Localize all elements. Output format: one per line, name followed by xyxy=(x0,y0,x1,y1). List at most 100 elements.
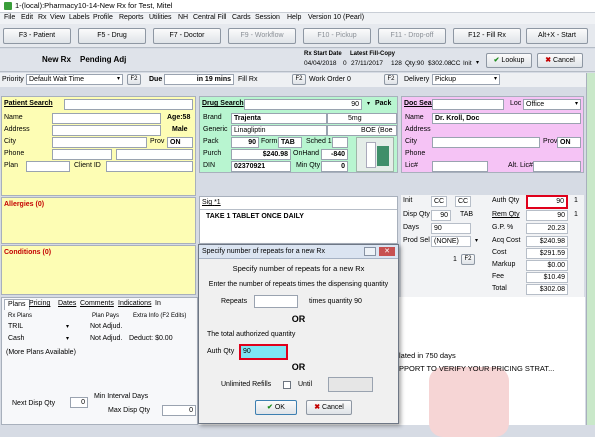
patient-button[interactable]: F3 - Patient xyxy=(3,28,71,44)
conditions-label[interactable]: Conditions (0) xyxy=(4,248,51,258)
menu-reports[interactable]: Reports xyxy=(119,13,144,23)
work-order-f2-button[interactable]: F2 xyxy=(384,74,398,85)
dialog-cancel-button[interactable]: ✖ Cancel xyxy=(306,400,352,415)
drug-button[interactable]: F5 - Drug xyxy=(78,28,146,44)
latest-fill-header: Latest Fill-Copy xyxy=(350,51,396,57)
init2-field[interactable]: CC xyxy=(455,196,471,207)
tab-comments[interactable]: Comments xyxy=(80,299,114,309)
menu-session[interactable]: Session xyxy=(255,13,280,23)
onhand-field[interactable]: -840 xyxy=(321,149,348,160)
tab-indications[interactable]: Indications xyxy=(118,299,151,309)
strength-field[interactable]: 5mg xyxy=(327,113,397,124)
prod-sel-chevron-icon[interactable]: ▾ xyxy=(473,237,480,246)
plans-row[interactable]: Cash ▾ Not Adjud. Deduct: $0.00 xyxy=(4,334,194,345)
doc-lic-field[interactable] xyxy=(432,161,488,172)
patient-plan-field[interactable] xyxy=(26,161,70,172)
next-disp-field[interactable]: 0 xyxy=(70,397,88,408)
menu-rx[interactable]: Rx xyxy=(38,13,47,23)
drug-search-chevron-icon[interactable]: ▾ xyxy=(365,100,372,109)
init1-field[interactable]: CC xyxy=(431,196,447,207)
min-interval-label: Min Interval Days xyxy=(94,393,149,400)
form-field[interactable]: TAB xyxy=(278,137,302,148)
ok-button[interactable]: ✔ OK xyxy=(255,400,297,415)
tab-in[interactable]: In xyxy=(155,299,161,309)
alt-lic-field[interactable] xyxy=(533,161,581,172)
plan-chevron-icon[interactable]: ▾ xyxy=(64,323,71,332)
menu-labels[interactable]: Labels xyxy=(69,13,90,23)
menu-help[interactable]: Help xyxy=(287,13,301,23)
plan-chevron-icon[interactable]: ▾ xyxy=(64,335,71,344)
workflow-button[interactable]: F9 - Workflow xyxy=(228,28,296,44)
generic-field[interactable]: Linagliptin xyxy=(231,125,327,136)
menu-view[interactable]: View xyxy=(50,13,65,23)
delivery-chevron-icon[interactable]: ▾ xyxy=(492,75,499,84)
until-date-field[interactable] xyxy=(328,377,373,392)
patient-address-field[interactable] xyxy=(52,125,161,136)
dialog-window-icon[interactable] xyxy=(364,247,376,256)
doc-city-field[interactable] xyxy=(432,137,540,148)
due-value[interactable]: in 19 mins xyxy=(164,74,234,85)
pack-field[interactable]: 90 xyxy=(231,137,259,148)
prod-sel-select[interactable]: (NONE) xyxy=(431,236,471,247)
repeats-input[interactable] xyxy=(254,295,298,308)
acq-cost-label: Acq Cost xyxy=(492,237,521,244)
fill-rx-button[interactable]: F12 - Fill Rx xyxy=(453,28,521,44)
loc-chevron-icon[interactable]: ▾ xyxy=(573,100,580,109)
dropoff-button[interactable]: F11 - Drop-off xyxy=(378,28,446,44)
patient-name-field[interactable] xyxy=(52,113,161,124)
menu-nh[interactable]: NH xyxy=(178,13,188,23)
sig-text[interactable]: TAKE 1 TABLET ONCE DAILY xyxy=(206,212,304,222)
rx-bar-dropdown-icon[interactable]: ▾ xyxy=(474,59,481,68)
menu-central-fill[interactable]: Central Fill xyxy=(193,13,226,23)
disp-qty-field[interactable]: 90 xyxy=(431,210,451,221)
priority-chevron-icon[interactable]: ▾ xyxy=(115,75,122,84)
menu-utilities[interactable]: Utilities xyxy=(149,13,172,23)
doctor-button[interactable]: F7 - Doctor xyxy=(153,28,221,44)
doc-search-input[interactable] xyxy=(432,99,504,110)
menu-profile[interactable]: Profile xyxy=(93,13,113,23)
boe-field[interactable]: BOE (Boe xyxy=(327,125,397,136)
pickup-button[interactable]: F10 - Pickup xyxy=(303,28,371,44)
disp-form-label: TAB xyxy=(460,211,474,218)
brand-field[interactable]: Trajenta xyxy=(231,113,327,124)
patient-city-field[interactable] xyxy=(52,137,147,148)
dialog-close-icon[interactable]: ✕ xyxy=(379,247,395,256)
menu-edit[interactable]: Edit xyxy=(21,13,33,23)
client-id-field[interactable] xyxy=(106,161,193,172)
menu-cards[interactable]: Cards xyxy=(232,13,251,23)
priority-select[interactable]: Default Wait Time xyxy=(26,74,123,85)
tab-dates[interactable]: Dates xyxy=(58,299,76,309)
menu-file[interactable]: File xyxy=(4,13,15,23)
minqty-field[interactable]: 0 xyxy=(321,161,348,172)
qty-one-label: 1 xyxy=(453,256,457,263)
tab-plans[interactable]: Plans xyxy=(4,299,30,310)
lookup-button[interactable]: ✔ Lookup xyxy=(486,53,532,68)
days-field[interactable]: 90 xyxy=(431,223,471,234)
doc-name-field[interactable]: Dr. Kroll, Doc xyxy=(432,113,581,124)
pricing-f2-button[interactable]: F2 xyxy=(461,254,475,265)
cancel-button[interactable]: ✖ Cancel xyxy=(537,53,583,68)
fill-rx-f2-button[interactable]: F2 xyxy=(292,74,306,85)
max-disp-field[interactable]: 0 xyxy=(162,405,196,416)
auth-qty-field[interactable]: 90 xyxy=(526,195,568,209)
patient-phone-field[interactable] xyxy=(52,149,112,160)
doc-prov-field[interactable]: ON xyxy=(557,137,581,148)
delivery-select[interactable]: Pickup xyxy=(432,74,500,85)
patient-search-input[interactable] xyxy=(64,99,193,110)
auth-qty-input[interactable]: 90 xyxy=(239,344,288,360)
lookup-label: Lookup xyxy=(501,57,525,64)
rem-qty-field[interactable]: 90 xyxy=(526,210,568,221)
priority-f2-button[interactable]: F2 xyxy=(127,74,141,85)
allergies-label[interactable]: Allergies (0) xyxy=(4,200,44,210)
start-button[interactable]: Alt+X - Start xyxy=(526,28,588,44)
patient-phone2-field[interactable] xyxy=(116,149,193,160)
plans-row[interactable]: TRIL ▾ Not Adjud. xyxy=(4,322,194,333)
drug-search-input[interactable]: 90 xyxy=(244,99,362,110)
sched-field[interactable] xyxy=(332,137,348,148)
patient-prov-field[interactable]: ON xyxy=(167,137,193,148)
purch-field[interactable]: $240.98 xyxy=(231,149,291,160)
conditions-panel: Conditions (0) xyxy=(1,245,196,295)
unlimited-refills-checkbox[interactable] xyxy=(283,381,291,389)
din-field[interactable]: 02370921 xyxy=(231,161,291,172)
tab-pricing[interactable]: Pricing xyxy=(29,299,50,309)
